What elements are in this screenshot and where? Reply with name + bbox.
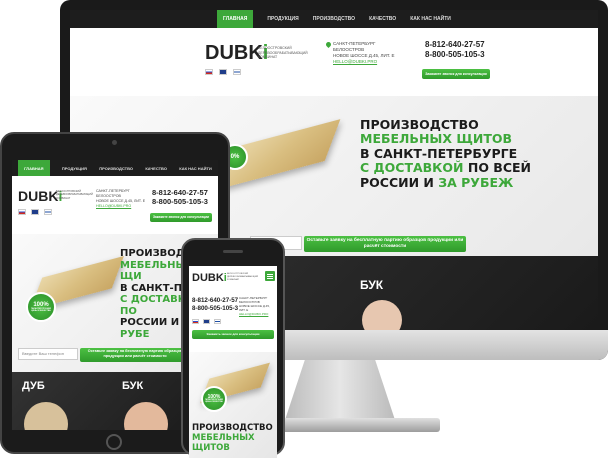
desktop-nav-contacts[interactable]: КАК НАС НАЙТИ	[410, 16, 451, 22]
tablet-nav: ГЛАВНАЯ ПРОДУКЦИЯ ПРОИЗВОДСТВО КАЧЕСТВО …	[12, 160, 218, 176]
desktop-flags	[205, 69, 241, 75]
tablet-flag-fi-icon[interactable]	[44, 209, 52, 215]
tablet-category-beech[interactable]: БУК	[122, 380, 143, 392]
phone: DUBKi БЕЛООСТРОВСКИЙ ДЕРЕВООБРАБАТЫВАЮЩИ…	[181, 238, 285, 458]
phone-badge: 100% ГАРАНТИЯ ЛУЧШЕЙ ЦЕНЫ И КАЧЕСТВА	[201, 386, 227, 412]
tablet-beech-wood	[124, 402, 168, 430]
desktop-nav-products[interactable]: ПРОДУКЦИЯ	[267, 16, 298, 22]
tablet-camera-icon	[112, 140, 117, 145]
phone-flag-fi-icon[interactable]	[214, 319, 221, 324]
desktop-nav: ГЛАВНАЯ ПРОДУКЦИЯ ПРОИЗВОДСТВО КАЧЕСТВО …	[70, 10, 598, 28]
desktop-header: DUBKi БЕЛООСТРОВСКИЙ ДЕРЕВООБРАБАТЫВАЮЩИ…	[70, 28, 598, 96]
flag-uk-icon[interactable]	[219, 69, 227, 75]
tablet-phones: 8-812-640-27-57 8-800-505-105-3	[152, 188, 208, 207]
phone-header: DUBKi БЕЛООСТРОВСКИЙ ДЕРЕВООБРАБАТЫВАЮЩИ…	[189, 266, 277, 352]
desktop-nav-production[interactable]: ПРОИЗВОДСТВО	[313, 16, 355, 22]
phone-hero-title: ПРОИЗВОДСТВО МЕБЕЛЬНЫХ ЩИТОВ	[192, 423, 273, 453]
tablet-oak-wood	[24, 402, 68, 430]
tablet-email[interactable]: HELLO@DUBKI.PRO	[96, 204, 145, 209]
phone-logo[interactable]: DUBKi	[192, 272, 227, 284]
monitor-stand	[285, 360, 395, 420]
desktop-phone-2[interactable]: 8-800-505-105-3	[425, 50, 485, 60]
desktop-phone-1[interactable]: 8-812-640-27-57	[425, 40, 485, 50]
tablet-address: САНКТ-ПЕТЕРБУРГ БЕЛООСТРОВ НОВОЕ ШОССЕ Д.4…	[96, 189, 146, 209]
tablet-category-oak[interactable]: ДУБ	[22, 380, 45, 392]
phone-address: САНКТ-ПЕТЕРБУРГ БЕЛООСТРОВ НОВОЕ ШОССЕ Д.4…	[239, 296, 277, 316]
phone-callback-button[interactable]: Закажить звонок для консультации	[192, 330, 274, 339]
tablet-nav-contacts[interactable]: КАК НАС НАЙТИ	[179, 166, 212, 171]
menu-line-icon	[267, 273, 273, 275]
tablet-flag-uk-icon[interactable]	[31, 209, 39, 215]
tablet-header: DUBKi БЕЛООСТРОВСКИЙ ДЕРЕВООБРАБАТЫВАЮЩИ…	[12, 176, 218, 234]
phone-phone-1[interactable]: 8-812-640-27-57	[192, 297, 238, 305]
phone-email[interactable]: HELLO@DUBKI.PRO	[239, 312, 277, 316]
desktop-nav-home[interactable]: ГЛАВНАЯ	[217, 10, 254, 28]
phone-speaker	[223, 250, 243, 253]
tablet-tagline: БЕЛООСТРОВСКИЙ ДЕРЕВООБРАБАТЫВАЮЩИЙ КОМБ…	[56, 190, 93, 200]
phone-phones: 8-812-640-27-57 8-800-505-105-3	[192, 297, 238, 313]
desktop-email[interactable]: HELLO@DUBKI.PRO	[333, 59, 394, 65]
desktop-callback-button[interactable]: Закажите звонок для консультации	[422, 69, 490, 79]
tablet-phone-2[interactable]: 8-800-505-105-3	[152, 197, 208, 206]
desktop-address: САНКТ-ПЕТЕРБУРГ БЕЛООСТРОВ НОВОЕ ШОССЕ Д.4…	[333, 41, 395, 65]
phone-flags	[192, 319, 221, 324]
phone-tagline: БЕЛООСТРОВСКИЙ ДЕРЕВООБРАБАТЫВАЮЩИЙ КОМБ…	[227, 273, 259, 281]
phone-screen: DUBKi БЕЛООСТРОВСКИЙ ДЕРЕВООБРАБАТЫВАЮЩИ…	[189, 266, 277, 458]
tablet-flags	[18, 209, 52, 215]
desktop-hero-title: ПРОИЗВОДСТВО МЕБЕЛЬНЫХ ЩИТОВ В САНКТ-ПЕТ…	[360, 117, 531, 190]
tablet-flag-ru-icon[interactable]	[18, 209, 26, 215]
tablet-phone-input[interactable]: Введите Ваш телефон	[18, 348, 78, 360]
tablet-nav-home[interactable]: ГЛАВНАЯ	[18, 160, 50, 176]
tablet-nav-production[interactable]: ПРОИЗВОДСТВО	[99, 166, 133, 171]
tablet-nav-quality[interactable]: КАЧЕСТВО	[145, 166, 167, 171]
phone-hero: 100% ГАРАНТИЯ ЛУЧШЕЙ ЦЕНЫ И КАЧЕСТВА ПРО…	[189, 352, 277, 458]
tablet-badge: 100% ГАРАНТИЯ ЛУЧШЕЙ ЦЕНЫ И КАЧЕСТВА	[26, 292, 56, 322]
desktop-beech-wood	[362, 300, 402, 330]
tablet-home-button[interactable]	[106, 434, 122, 450]
menu-line-icon	[267, 277, 273, 279]
tablet-callback-button[interactable]: Закажите звонок для консультации	[150, 213, 212, 222]
phone-menu-button[interactable]	[265, 271, 275, 281]
desktop-nav-quality[interactable]: КАЧЕСТВО	[369, 16, 396, 22]
menu-line-icon	[267, 275, 273, 277]
tablet-submit-button[interactable]: Оставьте заявку на бесплатную партию обр…	[80, 348, 190, 362]
phone-flag-ru-icon[interactable]	[192, 319, 199, 324]
phone-phone-2[interactable]: 8-800-505-105-3	[192, 305, 238, 313]
flag-ru-icon[interactable]	[205, 69, 213, 75]
desktop-tagline: БЕЛООСТРОВСКИЙ ДЕРЕВООБРАБАТЫВАЮЩИЙ КОМБ…	[258, 46, 308, 60]
flag-fi-icon[interactable]	[233, 69, 241, 75]
desktop-submit-button[interactable]: Оставьте заявку на бесплатную партию обр…	[304, 236, 466, 252]
phone-flag-uk-icon[interactable]	[203, 319, 210, 324]
desktop-location-icon	[324, 40, 333, 49]
desktop-phones: 8-812-640-27-57 8-800-505-105-3	[425, 40, 485, 59]
tablet-phone-1[interactable]: 8-812-640-27-57	[152, 188, 208, 197]
tablet-nav-products[interactable]: ПРОДУКЦИЯ	[62, 166, 87, 171]
desktop-category-beech[interactable]: БУК	[360, 278, 383, 292]
